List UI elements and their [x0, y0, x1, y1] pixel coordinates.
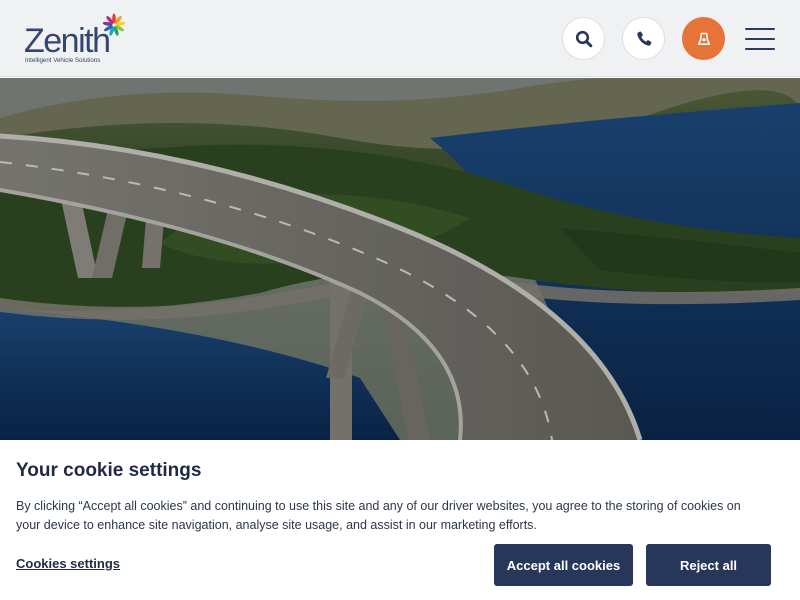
cookie-banner-text: By clicking “Accept all cookies” and con… — [16, 499, 741, 532]
search-button[interactable] — [562, 17, 605, 60]
hero-image-curved-bridge — [0, 78, 800, 440]
driver-login-button[interactable] — [682, 17, 725, 60]
menu-bar — [745, 48, 775, 50]
phone-button[interactable] — [622, 17, 665, 60]
phone-icon — [636, 31, 651, 46]
logo-tagline: Intelligent Vehicle Solutions — [25, 57, 101, 64]
menu-bar — [745, 38, 775, 40]
cookie-banner-title: Your cookie settings — [16, 460, 202, 481]
cookie-banner: Your cookie settings By clicking “Accept… — [0, 440, 800, 600]
search-icon — [575, 30, 592, 47]
menu-bar — [745, 28, 775, 30]
cookies-settings-link[interactable]: Cookies settings — [16, 556, 120, 571]
reject-all-button[interactable]: Reject all — [646, 544, 771, 586]
accept-all-cookies-button[interactable]: Accept all cookies — [494, 544, 633, 586]
site-header: Zenith Intelligent Vehicle Solutions — [0, 0, 800, 77]
logo-petal-mark — [102, 13, 126, 36]
driver-login-icon — [697, 32, 710, 45]
zenith-logo[interactable]: Zenith Intelligent Vehicle Solutions — [24, 12, 130, 68]
hamburger-menu-icon[interactable] — [744, 26, 776, 52]
logo-wordmark: Zenith — [24, 22, 111, 60]
